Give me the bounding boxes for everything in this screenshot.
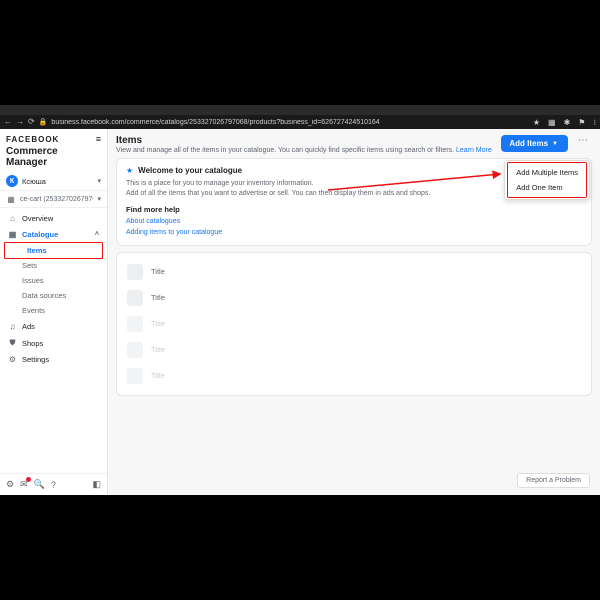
nav-label: Overview [22, 214, 53, 223]
account-switcher[interactable]: К Ксюша ▾ [0, 172, 107, 190]
sidebar: FACEBOOK ≡ Commerce Manager К Ксюша ▾ ▦ … [0, 129, 108, 495]
ext-grid-icon[interactable]: ▦ [548, 118, 556, 127]
account-name: Ксюша [22, 177, 93, 186]
dropdown-add-one[interactable]: Add One Item [508, 180, 586, 195]
nav-shops[interactable]: ⛊ Shops [0, 335, 107, 351]
list-item: Title [127, 311, 581, 337]
item-title: Title [151, 267, 165, 276]
sidebar-nav: ⌂ Overview ▦ Catalogue ˄ Items Sets Issues … [0, 208, 107, 370]
nav-overview[interactable]: ⌂ Overview [0, 211, 107, 226]
nav-label: Catalogue [22, 230, 58, 239]
home-icon: ⌂ [8, 214, 17, 223]
nav-data-sources[interactable]: Data sources [0, 288, 107, 303]
report-problem-button[interactable]: Report a Problem [517, 473, 590, 488]
subtitle-text: View and manage all of the items in your… [116, 147, 454, 154]
browser-tabstrip[interactable] [0, 105, 600, 115]
item-thumb [127, 264, 143, 280]
nav-ads[interactable]: ♫ Ads [0, 319, 107, 334]
catalogue-icon: ▦ [8, 230, 17, 239]
ext-plugin-icon[interactable]: ✱ [564, 118, 571, 127]
nav-catalogue-sub: Items Sets Issues Data sources Events [0, 243, 107, 318]
item-thumb [127, 290, 143, 306]
page-header: Items View and manage all of the items i… [108, 129, 600, 158]
browser-address-bar: ← → ⟳ 🔒 business.facebook.com/commerce/c… [0, 115, 600, 129]
item-title: Title [151, 293, 165, 302]
nav-catalogue[interactable]: ▦ Catalogue ˄ [0, 227, 107, 242]
catalog-label: ce-cart (253327026797068) [20, 196, 93, 203]
nav-label: Events [22, 306, 45, 315]
nav-label: Data sources [22, 291, 66, 300]
items-list: Title Title Title Title Title [116, 252, 592, 396]
chevron-down-icon: ▾ [97, 177, 101, 185]
shop-icon: ⛊ [8, 338, 17, 348]
page-subtitle: View and manage all of the items in your… [116, 147, 495, 154]
sidebar-footer: ⚙ ✉ 🔍 ? ◧ [0, 473, 107, 495]
gear-icon[interactable]: ⚙ [6, 479, 14, 490]
product-title: Commerce Manager [0, 146, 107, 172]
list-item[interactable]: Title [127, 285, 581, 311]
dropdown-add-multiple[interactable]: Add Multiple Items [508, 165, 586, 180]
nav-issues[interactable]: Issues [0, 273, 107, 288]
ext-star-icon[interactable]: ★ [533, 118, 540, 127]
nav-back-icon[interactable]: ← [4, 118, 12, 126]
nav-forward-icon[interactable]: → [16, 118, 24, 126]
nav-label: Issues [22, 276, 44, 285]
facebook-wordmark: FACEBOOK [6, 135, 59, 144]
lock-icon: 🔒 [39, 118, 48, 126]
item-thumb [127, 342, 143, 358]
nav-label: Settings [22, 355, 49, 364]
browser-menu-icon[interactable]: ⁝ [593, 118, 596, 127]
chevron-up-icon: ˄ [95, 231, 99, 238]
help-icon[interactable]: ? [51, 480, 56, 490]
nav-label: Shops [22, 339, 43, 348]
nav-label: Items [27, 246, 47, 255]
add-items-button[interactable]: Add Items ▼ [501, 135, 568, 152]
learn-more-link[interactable]: Learn More [456, 147, 492, 154]
url-text[interactable]: business.facebook.com/commerce/catalogs/… [51, 119, 524, 126]
overflow-menu-icon[interactable]: ⋯ [574, 135, 592, 146]
megaphone-icon: ♫ [8, 322, 17, 331]
help-heading: Find more help [126, 205, 582, 216]
item-thumb [127, 368, 143, 384]
collapse-icon[interactable]: ◧ [92, 479, 101, 490]
nav-label: Ads [22, 322, 35, 331]
add-items-dropdown: Add Multiple Items Add One Item [504, 160, 590, 200]
hamburger-icon[interactable]: ≡ [96, 134, 101, 144]
avatar: К [6, 175, 18, 187]
nav-sets[interactable]: Sets [0, 258, 107, 273]
nav-settings[interactable]: ⚙ Settings [0, 352, 107, 367]
grid-icon: ▦ [6, 194, 16, 204]
search-icon[interactable]: 🔍 [34, 479, 45, 490]
letterbox-top [0, 0, 600, 105]
page-title: Items [116, 135, 495, 146]
nav-items[interactable]: Items [5, 243, 102, 258]
letterbox-bottom [0, 495, 600, 600]
button-label: Add Items [509, 139, 548, 148]
help-link-about[interactable]: About catalogues [126, 217, 582, 227]
nav-label: Sets [22, 261, 37, 270]
nav-reload-icon[interactable]: ⟳ [28, 118, 35, 126]
catalog-switcher[interactable]: ▦ ce-cart (253327026797068) ▾ [0, 190, 107, 208]
item-title: Title [151, 319, 165, 328]
item-thumb [127, 316, 143, 332]
welcome-title: Welcome to your catalogue [138, 166, 242, 175]
chevron-down-icon: ▾ [97, 195, 101, 203]
annotation-arrow [328, 170, 508, 199]
star-icon: ★ [126, 166, 133, 175]
inbox-icon[interactable]: ✉ [20, 479, 28, 490]
chevron-down-icon: ▼ [552, 141, 558, 147]
item-title: Title [151, 371, 165, 380]
list-item: Title [127, 363, 581, 389]
list-item: Title [127, 337, 581, 363]
item-title: Title [151, 345, 165, 354]
help-link-adding[interactable]: Adding items to your catalogue [126, 228, 582, 238]
list-item[interactable]: Title [127, 259, 581, 285]
nav-events[interactable]: Events [0, 303, 107, 318]
gear-icon: ⚙ [8, 355, 17, 364]
ext-flag-icon[interactable]: ⚑ [578, 118, 585, 127]
